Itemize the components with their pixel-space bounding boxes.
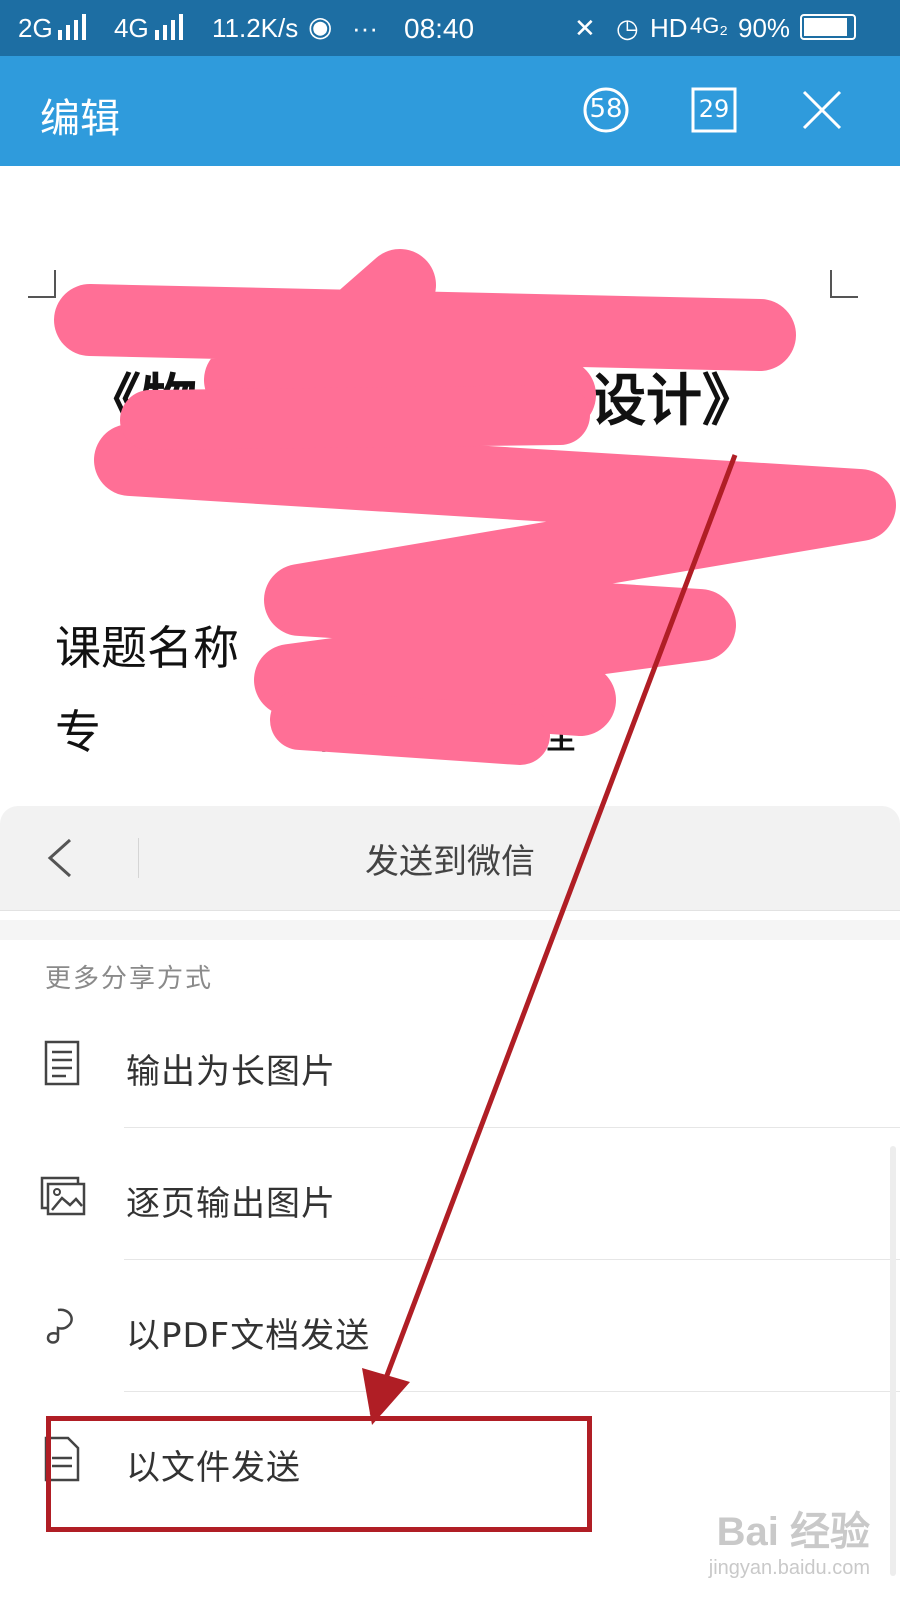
section-gap — [0, 920, 900, 940]
document-line-1: 课题名称 — [55, 621, 239, 675]
network-4g2-label: 4G₂ — [690, 13, 728, 38]
battery-icon — [800, 14, 856, 40]
pdf-icon — [46, 1308, 73, 1344]
section-label: 更多分享方式 — [45, 964, 214, 994]
close-icon — [802, 90, 842, 130]
share-item-long-image[interactable]: 输出为长图片 — [0, 996, 900, 1128]
images-icon — [40, 1176, 86, 1216]
page-title: 编辑 — [40, 96, 120, 142]
share-item-label: 逐页输出图片 — [126, 1184, 336, 1224]
network-speed: 11.2K/s — [212, 13, 299, 43]
close-button[interactable] — [798, 86, 846, 134]
app-bar: 编辑 58 29 — [0, 56, 900, 166]
sheet-header: 发送到微信 — [0, 806, 900, 911]
scrollbar[interactable] — [890, 1146, 896, 1576]
clock-time: 08:40 — [404, 13, 475, 44]
share-item-pdf[interactable]: 以PDF文档发送 — [0, 1260, 900, 1392]
document-line-2-right: 物联网 — [312, 705, 450, 759]
network-4g-label: 4G — [114, 13, 149, 43]
signal-icon-2 — [155, 14, 183, 40]
wechat-icon: ◉ — [308, 11, 333, 42]
watermark-url: jingyan.baidu.com — [708, 1557, 870, 1579]
battery-percent: 90% — [738, 13, 791, 43]
document-title-left: 《物 — [85, 369, 197, 434]
status-bar: 2G 4G 11.2K/s ◉ ··· 08:40 ✕ ◷ HD 4G₂ 90% — [0, 0, 900, 56]
hd-label: HD — [650, 13, 688, 43]
mute-icon: ✕ — [574, 13, 596, 43]
share-item-label: 以PDF文档发送 — [126, 1316, 371, 1356]
share-item-label: 输出为长图片 — [126, 1052, 336, 1092]
square-badge-count: 29 — [698, 95, 730, 123]
document-count-button[interactable]: 58 — [582, 86, 630, 134]
alarm-icon: ◷ — [616, 13, 639, 43]
document-preview: 《物 设计》 课题名称 专 物联网 程 — [0, 166, 900, 806]
long-image-icon — [44, 1040, 80, 1086]
circle-badge-count: 58 — [589, 94, 623, 124]
document-title-right: 设计》 — [590, 369, 758, 434]
more-dots: ··· — [352, 13, 378, 43]
watermark: Bai 经验 jingyan.baidu.com — [709, 1499, 870, 1580]
page-count-button[interactable]: 29 — [690, 86, 738, 134]
highlight-box — [46, 1416, 592, 1532]
document-line-2-tail: 程 — [530, 705, 576, 759]
page-corner-right — [830, 270, 858, 298]
network-2g-label: 2G — [18, 13, 53, 43]
page-corner-left — [28, 270, 56, 298]
share-item-page-images[interactable]: 逐页输出图片 — [0, 1128, 900, 1260]
sheet-title: 发送到微信 — [365, 842, 535, 882]
document-line-2: 专 — [55, 705, 101, 759]
watermark-logo: Bai 经验 — [716, 1510, 870, 1554]
signal-icon — [58, 14, 86, 40]
